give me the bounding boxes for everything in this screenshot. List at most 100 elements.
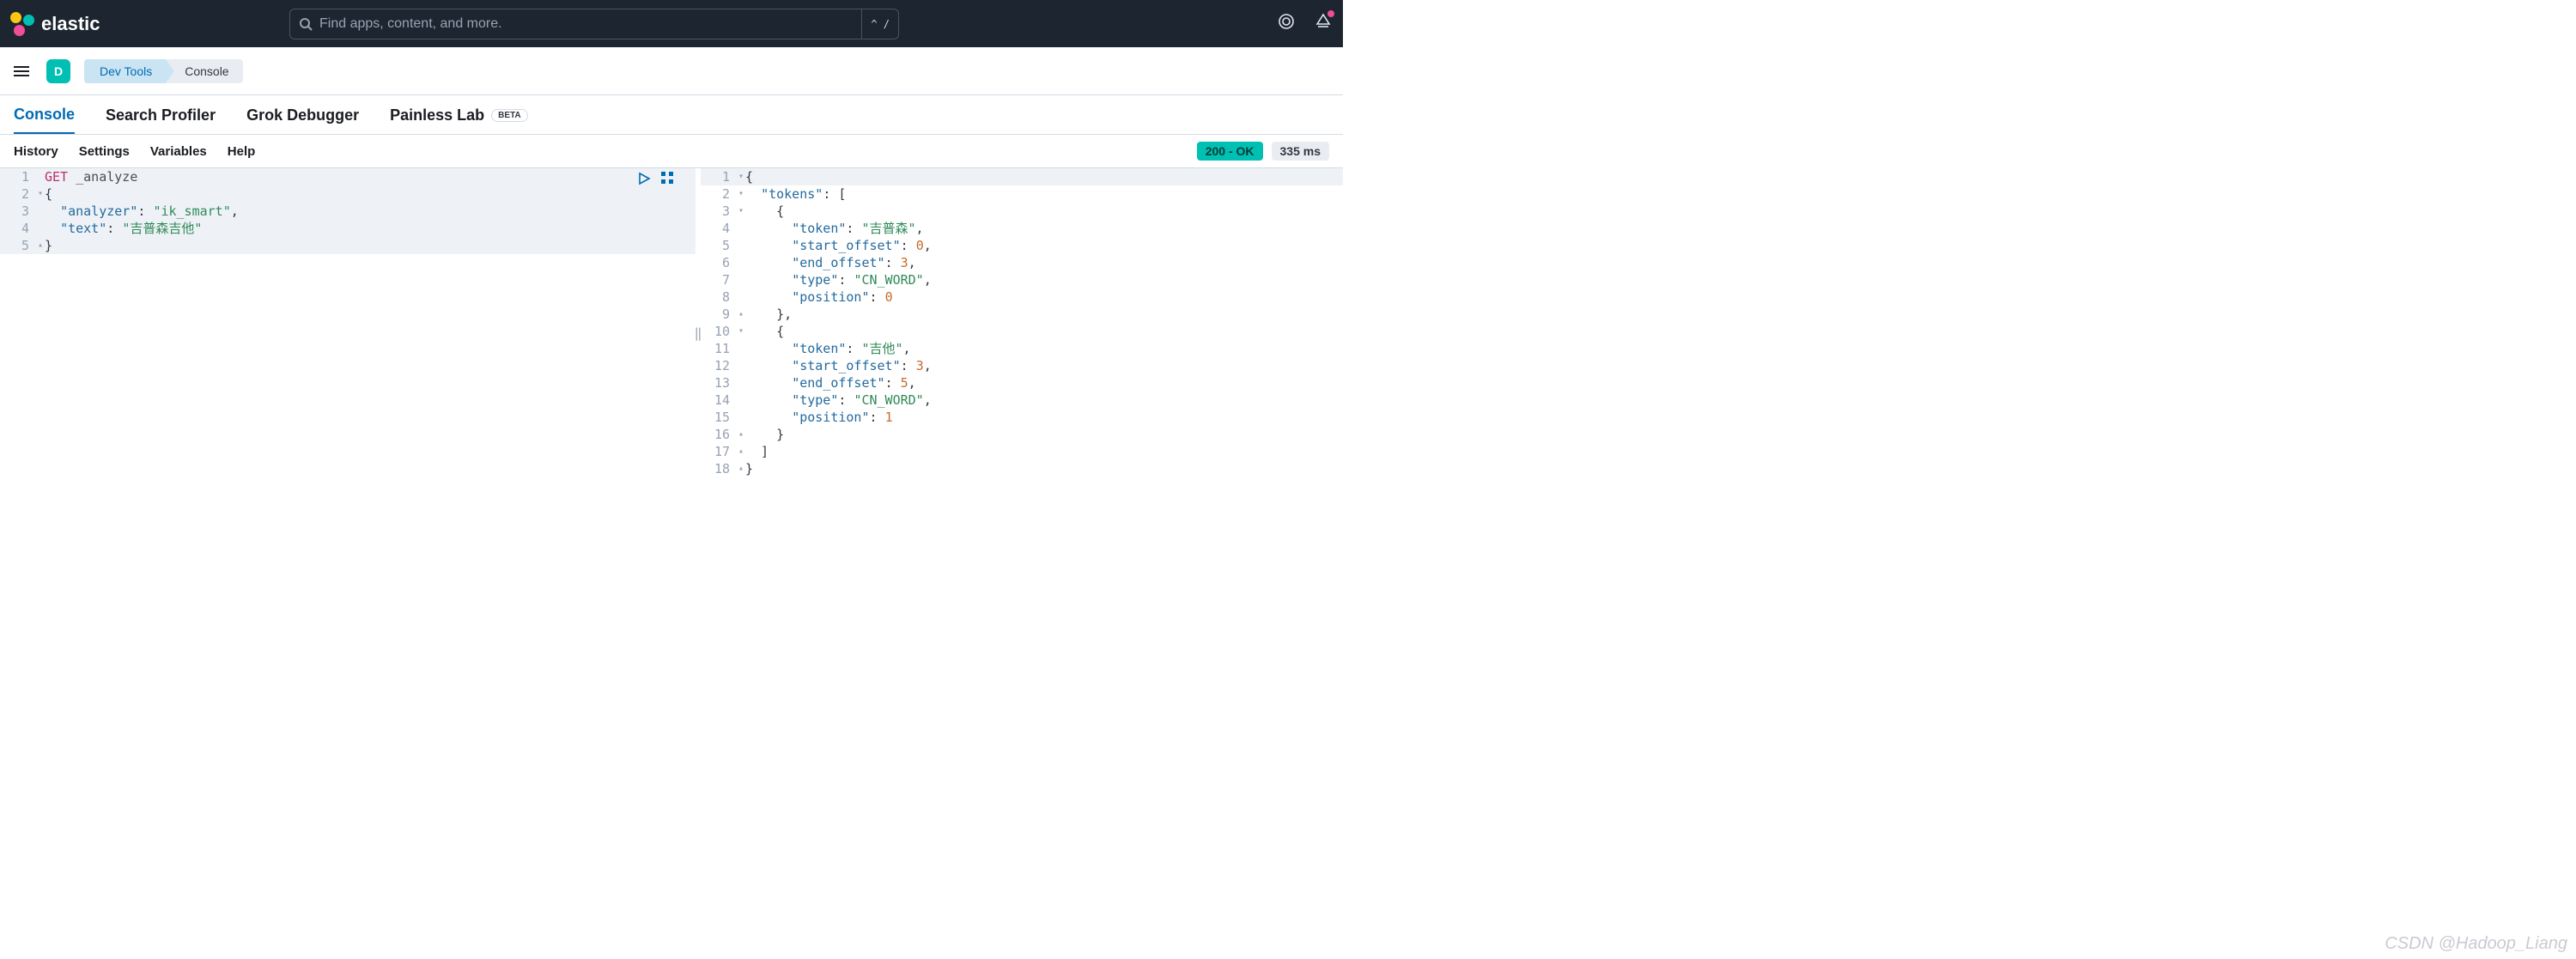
fold-toggle-icon [36, 203, 45, 220]
fold-toggle-icon[interactable]: ▴ [737, 460, 745, 477]
fold-toggle-icon [737, 220, 745, 237]
code-line[interactable]: 6 "end_offset": 3, [701, 254, 1343, 271]
code-line[interactable]: 8 "position": 0 [701, 288, 1343, 306]
code-content: "start_offset": 3, [745, 357, 932, 374]
code-line[interactable]: 18▴} [701, 460, 1343, 477]
fold-toggle-icon [737, 237, 745, 254]
breadcrumb-devtools[interactable]: Dev Tools [84, 59, 166, 83]
tab-label: Grok Debugger [246, 106, 359, 124]
search-box[interactable]: ^ / [289, 9, 899, 39]
line-number: 18 [701, 460, 737, 477]
fold-toggle-icon[interactable]: ▴ [36, 237, 45, 254]
beta-badge: BETA [491, 109, 527, 122]
code-line[interactable]: 17▴ ] [701, 443, 1343, 460]
code-line[interactable]: 9▴ }, [701, 306, 1343, 323]
code-line[interactable]: 15 "position": 1 [701, 409, 1343, 426]
code-line[interactable]: 11 "token": "吉他", [701, 340, 1343, 357]
fold-toggle-icon [737, 254, 745, 271]
submenu-settings[interactable]: Settings [79, 144, 130, 159]
search-input[interactable] [319, 16, 853, 32]
line-number: 5 [0, 237, 36, 254]
tab-grok-debugger[interactable]: Grok Debugger [246, 106, 359, 133]
submenu-history[interactable]: History [14, 144, 58, 159]
fold-toggle-icon[interactable]: ▴ [737, 306, 745, 323]
line-number: 3 [701, 203, 737, 220]
fold-toggle-icon [36, 220, 45, 237]
code-line[interactable]: 14 "type": "CN_WORD", [701, 391, 1343, 409]
fold-toggle-icon[interactable]: ▴ [737, 426, 745, 443]
code-content: { [745, 168, 753, 185]
code-content: "tokens": [ [745, 185, 846, 203]
breadcrumb-console[interactable]: Console [166, 59, 242, 83]
submenu-help[interactable]: Help [228, 144, 256, 159]
code-content: "text": "吉普森吉他" [45, 220, 202, 237]
space-avatar[interactable]: D [46, 59, 70, 83]
code-line[interactable]: 3▾ { [701, 203, 1343, 220]
code-content: } [745, 460, 753, 477]
newsfeed-icon[interactable] [1314, 12, 1333, 35]
code-line[interactable]: 1▾{ [701, 168, 1343, 185]
response-viewer[interactable]: 1▾{2▾ "tokens": [3▾ {4 "token": "吉普森",5 … [701, 168, 1343, 498]
code-line[interactable]: 2▾ "tokens": [ [701, 185, 1343, 203]
code-line[interactable]: 12 "start_offset": 3, [701, 357, 1343, 374]
request-editor[interactable]: 1GET _analyze2▾{3 "analyzer": "ik_smart"… [0, 168, 696, 498]
code-content: "position": 0 [745, 288, 893, 306]
fold-toggle-icon[interactable]: ▾ [36, 185, 45, 203]
line-number: 6 [701, 254, 737, 271]
code-line[interactable]: 4 "token": "吉普森", [701, 220, 1343, 237]
code-content: "start_offset": 0, [745, 237, 932, 254]
line-number: 16 [701, 426, 737, 443]
line-number: 9 [701, 306, 737, 323]
tab-search-profiler[interactable]: Search Profiler [106, 106, 216, 133]
line-number: 13 [701, 374, 737, 391]
menu-toggle-button[interactable] [14, 64, 29, 79]
code-content: ] [745, 443, 769, 460]
wrench-icon[interactable] [661, 172, 673, 189]
fold-toggle-icon [737, 409, 745, 426]
line-number: 5 [701, 237, 737, 254]
code-line[interactable]: 1GET _analyze [0, 168, 696, 185]
code-line[interactable]: 7 "type": "CN_WORD", [701, 271, 1343, 288]
submenu-variables[interactable]: Variables [150, 144, 207, 159]
code-content: "analyzer": "ik_smart", [45, 203, 239, 220]
status-badge-latency: 335 ms [1272, 142, 1329, 161]
code-line[interactable]: 5▴} [0, 237, 696, 254]
line-number: 4 [701, 220, 737, 237]
line-number: 4 [0, 220, 36, 237]
fold-toggle-icon [737, 271, 745, 288]
code-line[interactable]: 13 "end_offset": 5, [701, 374, 1343, 391]
line-number: 7 [701, 271, 737, 288]
tab-label: Console [14, 106, 75, 124]
tab-label: Search Profiler [106, 106, 216, 124]
code-content: } [45, 237, 52, 254]
code-line[interactable]: 4 "text": "吉普森吉他" [0, 220, 696, 237]
fold-toggle-icon[interactable]: ▾ [737, 203, 745, 220]
run-button[interactable] [637, 172, 651, 189]
header: elastic ^ / [0, 0, 1343, 47]
code-line[interactable]: 2▾{ [0, 185, 696, 203]
code-line[interactable]: 10▾ { [701, 323, 1343, 340]
code-line[interactable]: 16▴ } [701, 426, 1343, 443]
tool-tabs: Console Search Profiler Grok Debugger Pa… [0, 95, 1343, 135]
fold-toggle-icon[interactable]: ▾ [737, 323, 745, 340]
elastic-logo-icon[interactable] [10, 12, 34, 36]
code-line[interactable]: 5 "start_offset": 0, [701, 237, 1343, 254]
code-content: "token": "吉他", [745, 340, 911, 357]
code-content: { [45, 185, 52, 203]
tab-painless-lab[interactable]: Painless LabBETA [390, 106, 528, 133]
fold-toggle-icon[interactable]: ▾ [737, 185, 745, 203]
tab-console[interactable]: Console [14, 106, 75, 134]
help-icon[interactable] [1278, 13, 1295, 34]
fold-toggle-icon[interactable]: ▾ [737, 168, 745, 185]
code-content: { [745, 203, 784, 220]
line-number: 11 [701, 340, 737, 357]
line-number: 1 [701, 168, 737, 185]
search-kbd-hint: ^ / [861, 9, 898, 39]
fold-toggle-icon [737, 340, 745, 357]
line-number: 15 [701, 409, 737, 426]
fold-toggle-icon[interactable]: ▴ [737, 443, 745, 460]
search-icon [299, 17, 313, 31]
code-line[interactable]: 3 "analyzer": "ik_smart", [0, 203, 696, 220]
brand-label: elastic [41, 13, 100, 35]
line-number: 2 [701, 185, 737, 203]
